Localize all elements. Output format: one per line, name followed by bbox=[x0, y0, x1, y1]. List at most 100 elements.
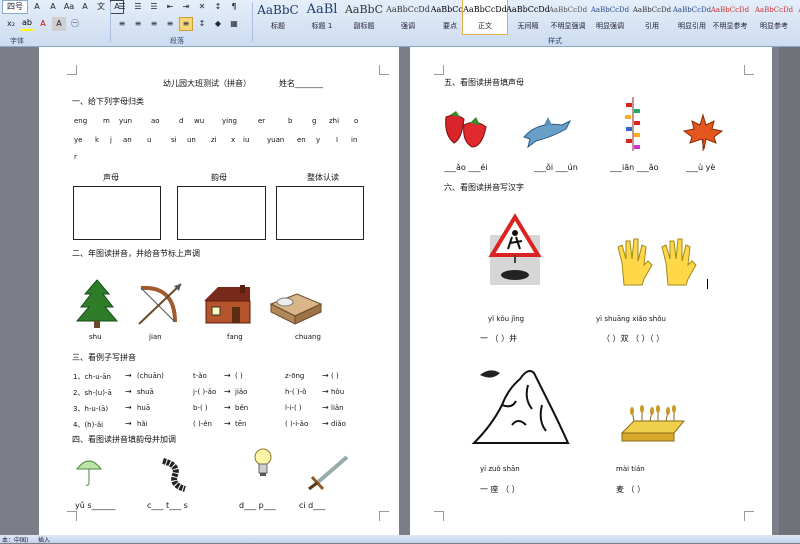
align-left-icon[interactable]: ≡ bbox=[115, 17, 129, 31]
pinyin-answer[interactable]: ( ) bbox=[331, 372, 339, 380]
change-case-icon[interactable]: Aa bbox=[62, 0, 76, 14]
style-13[interactable]: AaBbCcDd 明显参考 bbox=[752, 0, 796, 34]
style-name: 无间隔 bbox=[517, 22, 539, 30]
document-page-2[interactable]: 五、看图读拼音填声母 ___ǎo ___éi ___ǒi ___ún ___iā… bbox=[410, 47, 772, 535]
pinyin-answer[interactable]: huā bbox=[137, 404, 150, 412]
style-14[interactable]: AaBbCcI 书 bbox=[792, 0, 800, 34]
pinyin-formula: b-( ) bbox=[193, 404, 208, 412]
style-name: 引用 bbox=[645, 22, 659, 30]
ribbon-separator bbox=[110, 2, 111, 42]
style-8[interactable]: AaBbCcDd 不明显强调 bbox=[546, 0, 590, 34]
letter-item: x bbox=[231, 136, 236, 144]
crop-mark bbox=[434, 65, 444, 75]
answer-box-shengmu[interactable] bbox=[73, 186, 161, 240]
style-1[interactable]: AaBbC 标题 bbox=[256, 0, 300, 34]
ribbon-separator bbox=[252, 2, 253, 42]
letter-item: zi bbox=[211, 136, 217, 144]
answer-box-zhengti[interactable] bbox=[276, 186, 364, 240]
letter-item: u bbox=[147, 136, 152, 144]
style-2[interactable]: AaBl 标题 1 bbox=[300, 0, 344, 34]
increase-indent-icon[interactable]: ⇥ bbox=[179, 0, 193, 14]
style-4[interactable]: AaBbCcDd 强调 bbox=[386, 0, 430, 34]
house-image bbox=[204, 285, 251, 324]
style-6[interactable]: AaBbCcDd 正文 bbox=[462, 0, 508, 35]
ribbon: 四号 A A Aa A 文 A x₂ ab A A ㊀ ☰ ☰ ☰ ⇤ ⇥ ✕ … bbox=[0, 0, 800, 47]
justify-icon[interactable]: ≡ bbox=[163, 17, 177, 31]
bed-image bbox=[269, 293, 323, 325]
style-7[interactable]: AaBbCcDd 无间隔 bbox=[506, 0, 550, 34]
chinese-layout-icon[interactable]: ✕ bbox=[195, 0, 209, 14]
style-3[interactable]: AaBbC 副标题 bbox=[342, 0, 386, 34]
numbering-icon[interactable]: ☰ bbox=[131, 0, 145, 14]
line-spacing-icon[interactable]: ↕ bbox=[195, 17, 209, 31]
crop-mark bbox=[434, 511, 444, 521]
answer-box-yunmu[interactable] bbox=[177, 186, 266, 240]
pinyin-answer[interactable]: shuā bbox=[137, 388, 154, 396]
pinyin-answer[interactable]: (chuān) bbox=[137, 372, 164, 380]
style-sample: AaBbCcDd bbox=[754, 6, 794, 14]
show-marks-icon[interactable]: ¶ bbox=[227, 0, 241, 14]
phonetic-guide-icon[interactable]: 文 bbox=[94, 0, 108, 14]
style-sample: AaBbCcDd bbox=[548, 6, 588, 14]
style-12[interactable]: AaBbCcDd 不明显参考 bbox=[708, 0, 752, 34]
arrow-icon: → bbox=[322, 387, 329, 396]
clear-format-icon[interactable]: A bbox=[78, 0, 92, 14]
align-right-icon[interactable]: ≡ bbox=[147, 17, 161, 31]
style-10[interactable]: AaBbCcDd 引用 bbox=[630, 0, 674, 34]
letter-item: eng bbox=[74, 117, 88, 125]
multilevel-list-icon[interactable]: ☰ bbox=[147, 0, 161, 14]
word-shu: shu bbox=[89, 333, 102, 341]
fill-dolphin[interactable]: ___ǒi ___ún bbox=[534, 163, 578, 172]
hanzi-wheat[interactable]: 麦 （ ） bbox=[616, 484, 645, 495]
distributed-icon[interactable]: ≡ bbox=[179, 16, 193, 31]
fill-leaf[interactable]: ___ù yè bbox=[686, 163, 715, 172]
pinyin-answer[interactable]: běn bbox=[235, 404, 248, 412]
pinyin-mountain: yí zuǒ shān bbox=[480, 465, 520, 473]
strawberry-image bbox=[445, 111, 487, 148]
font-color-icon[interactable]: A bbox=[36, 17, 50, 31]
pinyin-answer[interactable]: hǎi bbox=[137, 420, 148, 428]
pinyin-answer[interactable]: ( ) bbox=[235, 372, 243, 380]
font-size-box[interactable]: 四号 bbox=[2, 0, 28, 14]
fill-firecracker[interactable]: ___iān ___ǎo bbox=[610, 163, 659, 172]
caterpillar-image bbox=[162, 458, 186, 492]
sort-icon[interactable]: ↕ bbox=[211, 0, 225, 14]
subscript-icon[interactable]: x₂ bbox=[4, 17, 18, 31]
pinyin-answer[interactable]: hǒu bbox=[331, 388, 344, 396]
letter-item: r bbox=[74, 153, 77, 161]
hanzi-hands[interactable]: （ ）双 （ ）（ ） bbox=[602, 333, 664, 344]
shading-icon[interactable]: ◆ bbox=[211, 17, 225, 31]
document-page-1[interactable]: 幼儿园大班测试（拼音） 姓名_______ 一、给下列字母归类 eng m yu… bbox=[39, 47, 399, 535]
decrease-indent-icon[interactable]: ⇤ bbox=[163, 0, 177, 14]
style-sample: AaBbC bbox=[257, 3, 299, 17]
word-chuang: chuang bbox=[295, 333, 321, 341]
style-9[interactable]: AaBbCcDd 明显强调 bbox=[588, 0, 632, 34]
letter-item: j bbox=[110, 136, 112, 144]
enclose-char-icon[interactable]: ㊀ bbox=[68, 17, 82, 31]
hanzi-mountain[interactable]: 一 座 （ ） bbox=[480, 484, 520, 495]
fill-bulb[interactable]: d___ p___ bbox=[239, 501, 276, 510]
bullets-icon[interactable]: ☰ bbox=[115, 0, 129, 14]
borders-icon[interactable]: ▦ bbox=[227, 17, 241, 31]
hanzi-well[interactable]: 一 （ ）井 bbox=[480, 333, 517, 344]
align-center-icon[interactable]: ≡ bbox=[131, 17, 145, 31]
pinyin-answer[interactable]: tēn bbox=[235, 420, 247, 428]
maple-leaf-image bbox=[682, 113, 724, 151]
char-shading-icon[interactable]: A bbox=[52, 16, 66, 31]
crop-mark bbox=[379, 511, 389, 521]
pinyin-answer[interactable]: liǎn bbox=[331, 404, 344, 412]
shrink-font-icon[interactable]: A bbox=[46, 0, 60, 14]
fill-caterpillar[interactable]: c___ t___ s bbox=[147, 501, 188, 510]
letter-item: ye bbox=[74, 136, 83, 144]
pinyin-answer[interactable]: diǎo bbox=[331, 420, 346, 428]
fill-umbrella[interactable]: yǔ s______ bbox=[75, 501, 116, 510]
fill-sword[interactable]: ci d___ bbox=[299, 501, 325, 510]
style-sample: AaBl bbox=[306, 2, 338, 17]
grow-font-icon[interactable]: A bbox=[30, 0, 44, 14]
crop-mark bbox=[744, 65, 754, 75]
highlight-icon[interactable]: ab bbox=[20, 16, 34, 31]
style-name: 不明显强调 bbox=[550, 22, 586, 30]
pinyin-answer[interactable]: jiǎo bbox=[235, 388, 247, 396]
letter-item: d bbox=[179, 117, 184, 125]
fill-strawberry[interactable]: ___ǎo ___éi bbox=[444, 163, 487, 172]
